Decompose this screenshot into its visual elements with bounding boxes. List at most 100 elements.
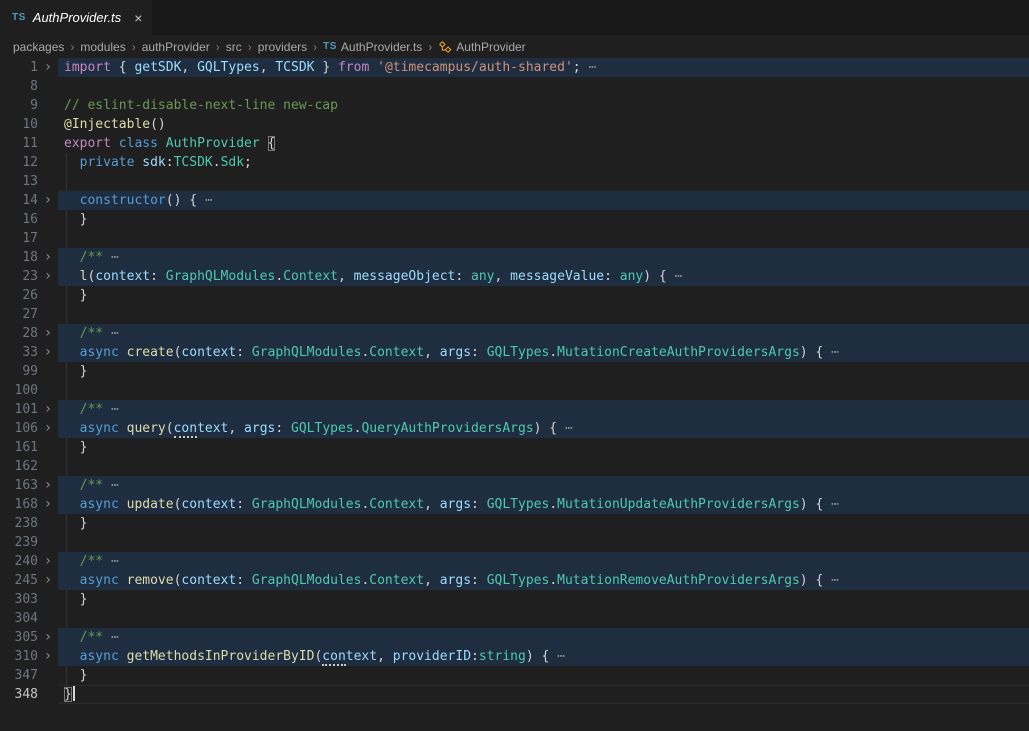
code-token: Context [369,573,424,588]
fold-chevron-icon[interactable]: › [38,628,58,647]
code-token: con [174,421,197,438]
breadcrumb-item-providers[interactable]: providers [258,40,307,54]
code-line-content[interactable] [58,609,1029,628]
tab-authprovider[interactable]: TS AuthProvider.ts × [0,0,152,35]
code-line-content[interactable]: } [58,514,1029,533]
code-token: import [64,60,111,75]
fold-chevron-icon[interactable]: › [38,419,58,438]
code-line-content[interactable]: import { getSDK, GQLTypes, TCSDK } from … [58,58,1029,77]
code-line-content[interactable]: @Injectable() [58,115,1029,134]
code-token: text [197,421,228,436]
code-token: : [150,269,166,284]
breadcrumb-item-packages[interactable]: packages [13,40,64,54]
gutter-spacer [38,153,58,172]
code-token: } [64,288,87,303]
code-line-content[interactable] [58,381,1029,400]
breadcrumb-item-file[interactable]: TSAuthProvider.ts [323,40,422,54]
code-line-content[interactable]: /** ⋯ [58,400,1029,419]
code-line-content[interactable]: async getMethodsInProviderByID(context, … [58,647,1029,666]
code-line-content[interactable]: async update(context: GraphQLModules.Con… [58,495,1029,514]
code-token: con [322,649,345,666]
code-line-content[interactable]: /** ⋯ [58,324,1029,343]
fold-chevron-icon[interactable]: › [38,343,58,362]
code-token: ⋯ [197,193,213,208]
code-token: GQLTypes [487,345,550,360]
gutter-spacer [38,77,58,96]
breadcrumb-separator-icon: › [132,40,136,54]
code-token: Context [369,345,424,360]
fold-chevron-icon[interactable]: › [38,400,58,419]
code-token: any [471,269,494,284]
fold-chevron-icon[interactable]: › [38,248,58,267]
code-line-content[interactable]: private sdk:TCSDK.Sdk; [58,153,1029,172]
fold-chevron-icon[interactable]: › [38,495,58,514]
tab-bar: TS AuthProvider.ts × [0,0,1029,35]
code-token: class [119,136,166,151]
breadcrumb-item-symbol[interactable]: AuthProvider [438,40,525,54]
breadcrumb-item-authProvider[interactable]: authProvider [142,40,210,54]
code-token: MutationCreateAuthProvidersArgs [557,345,800,360]
code-token: } [64,668,87,683]
gutter-spacer [38,96,58,115]
code-line-content[interactable] [58,229,1029,248]
code-line-101: 101› /** ⋯ [0,400,1029,419]
gutter-spacer [38,115,58,134]
gutter-spacer [38,666,58,685]
code-line-content[interactable]: export class AuthProvider { [58,134,1029,153]
line-number: 100 [0,381,38,400]
code-line-content[interactable] [58,457,1029,476]
fold-chevron-icon[interactable]: › [38,571,58,590]
code-token: Sdk [221,155,244,170]
code-line-content[interactable]: /** ⋯ [58,248,1029,267]
code-line-content[interactable] [58,533,1029,552]
code-line-347: 347 } [0,666,1029,685]
code-line-content[interactable]: /** ⋯ [58,476,1029,495]
code-line-content[interactable] [58,172,1029,191]
line-number: 10 [0,115,38,134]
code-line-content[interactable]: /** ⋯ [58,628,1029,647]
code-line-content[interactable]: } [58,286,1029,305]
code-line-content[interactable]: /** ⋯ [58,552,1029,571]
breadcrumb-file-label: AuthProvider.ts [341,40,422,54]
code-line-content[interactable]: } [58,666,1029,685]
line-number: 14 [0,191,38,210]
line-number: 23 [0,267,38,286]
fold-chevron-icon[interactable]: › [38,647,58,666]
code-token: . [549,345,557,360]
code-token: args [440,345,471,360]
code-line-content[interactable]: l(context: GraphQLModules.Context, messa… [58,267,1029,286]
code-line-content[interactable] [58,77,1029,96]
fold-chevron-icon[interactable]: › [38,476,58,495]
code-token: GQLTypes [487,573,550,588]
code-line-content[interactable]: } [58,590,1029,609]
code-token: ⋯ [557,421,573,436]
breadcrumb-item-modules[interactable]: modules [80,40,125,54]
close-icon[interactable]: × [134,11,142,25]
code-line-content[interactable]: // eslint-disable-next-line new-cap [58,96,1029,115]
gutter-spacer [38,305,58,324]
code-line-content[interactable]: } [58,362,1029,381]
fold-chevron-icon[interactable]: › [38,324,58,343]
code-token: messageObject [354,269,456,284]
code-line-content[interactable]: } [58,438,1029,457]
code-token: GraphQLModules [252,345,362,360]
fold-chevron-icon[interactable]: › [38,552,58,571]
code-token: , [377,649,393,664]
fold-chevron-icon[interactable]: › [38,58,58,77]
code-line-content[interactable]: async remove(context: GraphQLModules.Con… [58,571,1029,590]
fold-chevron-icon[interactable]: › [38,191,58,210]
code-line-content[interactable]: constructor() { ⋯ [58,191,1029,210]
code-line-content[interactable] [58,305,1029,324]
code-line-content[interactable]: async query(context, args: GQLTypes.Quer… [58,419,1029,438]
breadcrumb-item-src[interactable]: src [226,40,242,54]
code-token: . [549,497,557,512]
gutter-spacer [38,514,58,533]
fold-chevron-icon[interactable]: › [38,267,58,286]
code-line-content[interactable]: async create(context: GraphQLModules.Con… [58,343,1029,362]
code-token: text [346,649,377,664]
code-line-content[interactable]: } [58,210,1029,229]
code-line-161: 161 } [0,438,1029,457]
code-line-content[interactable]: } [58,685,1029,704]
line-number: 26 [0,286,38,305]
line-number: 33 [0,343,38,362]
